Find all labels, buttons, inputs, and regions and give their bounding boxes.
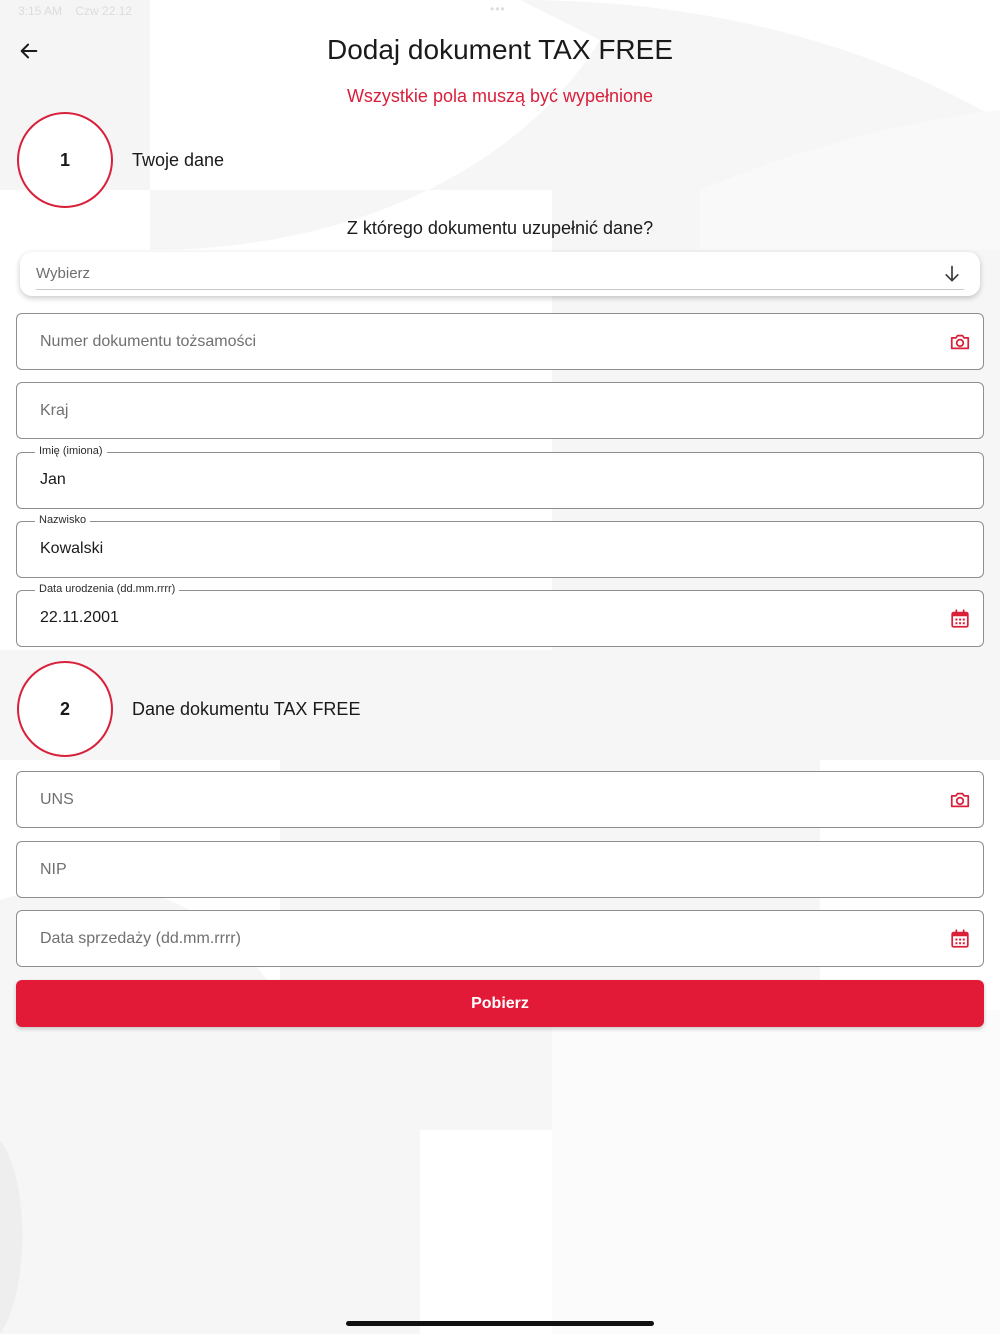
step-1-circle: 1 — [17, 112, 113, 208]
country-placeholder: Kraj — [40, 402, 69, 419]
required-fields-warning: Wszystkie pola muszą być wypełnione — [346, 86, 654, 106]
birth-date-label: Data urodzenia (dd.mm.rrrr) — [35, 583, 180, 595]
uns-field[interactable]: UNS — [16, 771, 984, 828]
page-title: Dodaj dokument TAX FREE — [326, 34, 673, 65]
calendar-icon[interactable] — [949, 608, 971, 630]
sale-date-placeholder: Data sprzedaży (dd.mm.rrrr) — [40, 930, 241, 947]
birth-date-value: 22.11.2001 — [40, 609, 119, 626]
first-name-value: Jan — [40, 471, 66, 488]
country-field[interactable]: Kraj — [16, 382, 984, 439]
step-1-number: 1 — [59, 149, 70, 170]
step-1-label: Twoje dane — [132, 150, 225, 170]
birth-date-field[interactable]: Data urodzenia (dd.mm.rrrr) 22.11.2001 — [16, 583, 984, 647]
status-time: 3:15 AM — [18, 4, 63, 18]
calendar-icon[interactable] — [949, 928, 971, 950]
last-name-label: Nazwisko — [35, 514, 91, 526]
multitasking-dots[interactable]: ••• — [490, 2, 506, 16]
select-value: Wybierz — [36, 265, 91, 282]
step-2-circle: 2 — [17, 661, 113, 757]
id-number-placeholder: Numer dokumentu tożsamości — [40, 333, 257, 350]
id-number-field[interactable]: Numer dokumentu tożsamości — [16, 313, 984, 370]
step-2-number: 2 — [59, 698, 70, 719]
nip-placeholder: NIP — [40, 861, 67, 878]
last-name-value: Kowalski — [40, 540, 104, 557]
document-source-select[interactable]: Wybierz — [20, 252, 980, 296]
first-name-label: Imię (imiona) — [35, 445, 107, 457]
last-name-field[interactable]: Nazwisko Kowalski — [16, 514, 984, 578]
uns-placeholder: UNS — [40, 791, 74, 808]
home-indicator[interactable] — [346, 1321, 654, 1326]
select-underline — [36, 289, 964, 290]
step-2-label: Dane dokumentu TAX FREE — [132, 699, 361, 719]
sale-date-field[interactable]: Data sprzedaży (dd.mm.rrrr) — [16, 910, 984, 967]
background-pattern — [0, 0, 1000, 1334]
nip-field[interactable]: NIP — [16, 841, 984, 898]
camera-icon[interactable] — [949, 331, 971, 353]
submit-button[interactable]: Pobierz — [16, 980, 984, 1027]
document-source-question: Z którego dokumentu uzupełnić dane? — [346, 218, 654, 238]
status-bar: 3:15 AM Czw 22.12 — [18, 4, 132, 18]
status-date: Czw 22.12 — [75, 4, 133, 18]
camera-icon[interactable] — [949, 789, 971, 811]
first-name-field[interactable]: Imię (imiona) Jan — [16, 445, 984, 509]
arrow-down-icon — [945, 265, 959, 282]
